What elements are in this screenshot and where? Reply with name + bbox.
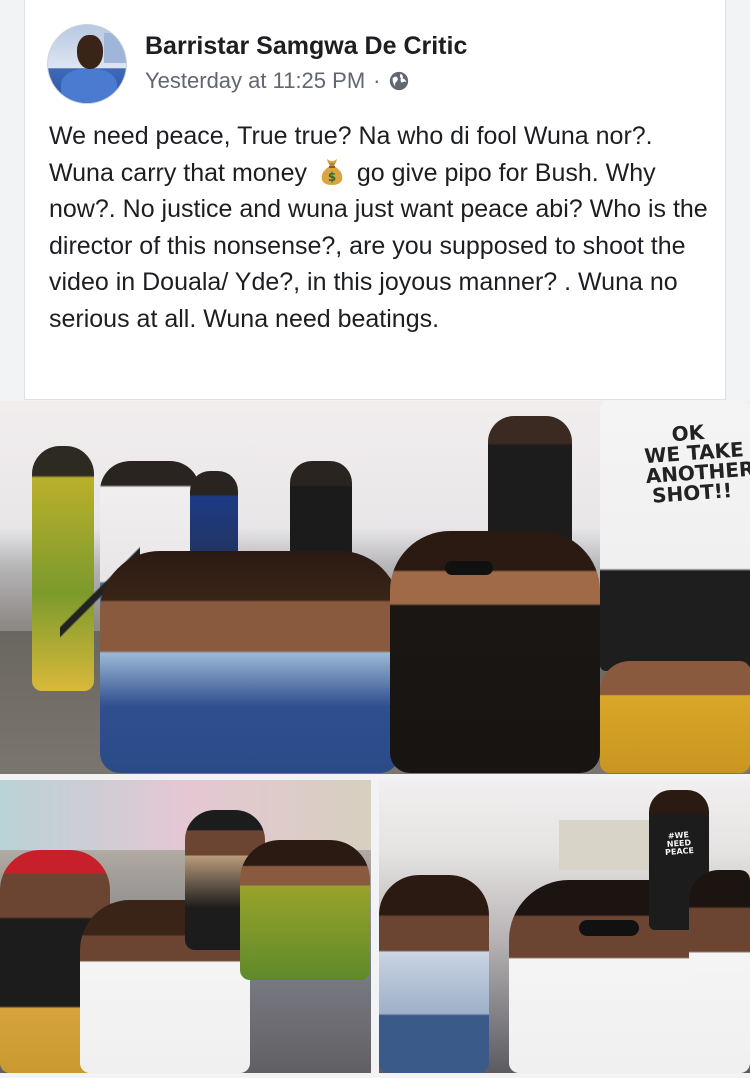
meta-separator: · [373,68,381,93]
sunglasses-right [579,920,639,936]
avatar-head [77,35,103,69]
svg-text:$: $ [328,170,336,184]
post-photo-bottom-right[interactable]: #WE NEED PEACE [379,780,750,1073]
peace-shirt-slogan: #WE NEED PEACE [664,830,695,857]
post-timestamp[interactable]: Yesterday at 11:25 PM [145,68,365,94]
tshirt-slogan: OK WE TAKE ANOTHER SHOT!! [643,419,750,508]
post-meta: Yesterday at 11:25 PM · [145,68,410,94]
person-seated-yellow [600,661,750,773]
author-name[interactable]: Barristar Samgwa De Critic [145,32,467,61]
post-photo-bottom-left[interactable] [0,780,371,1073]
woman-seated-left [100,551,400,773]
woman-seated-right [390,531,600,773]
avatar-background [104,33,126,63]
post-card: Barristar Samgwa De Critic Yesterday at … [24,0,726,400]
post-body: We need peace, True true? Na who di fool… [49,118,709,337]
man-dreadlocks [379,875,489,1073]
money-bag-icon: $ [321,158,343,185]
avatar-body [61,69,117,103]
sunglasses [445,561,493,575]
man-right-edge [689,870,750,1073]
avatar[interactable] [47,24,127,104]
post-header: Barristar Samgwa De Critic Yesterday at … [47,24,705,106]
background-building [559,820,649,870]
globe-icon[interactable] [388,70,410,92]
post-photo-main[interactable]: OK WE TAKE ANOTHER SHOT!! [0,401,750,774]
woman-patterned-dress [240,840,370,980]
